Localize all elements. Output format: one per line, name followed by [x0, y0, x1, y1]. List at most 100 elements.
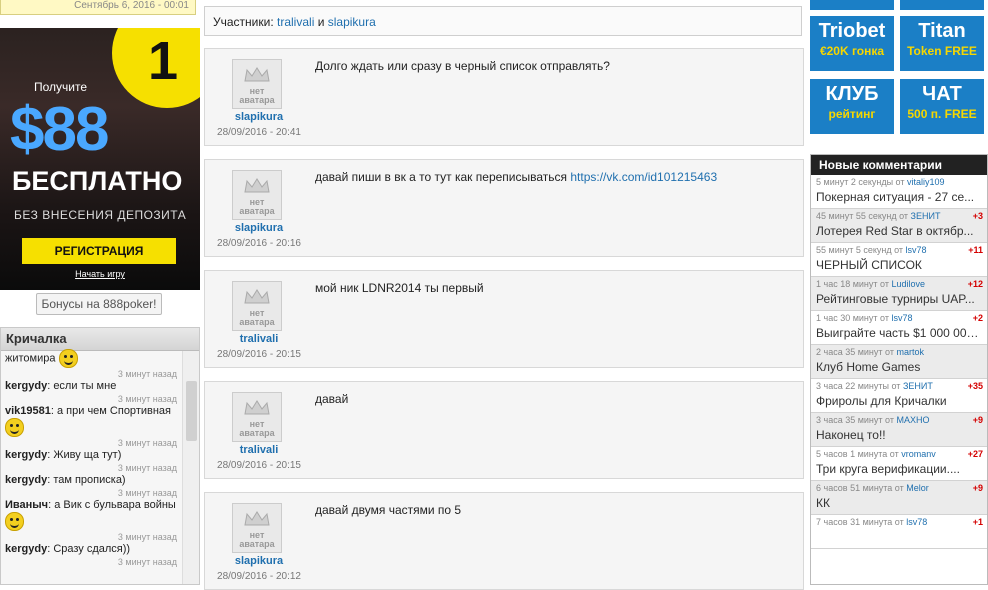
post-date: 28/09/2016 - 20:15 — [217, 349, 301, 360]
tile-club[interactable]: КЛУБ рейтинг — [810, 79, 894, 134]
shout-nick[interactable]: kergydy — [5, 380, 47, 392]
comment-user[interactable]: МАХНО — [896, 415, 929, 425]
comment-time: 5 минут 2 секунды от — [816, 177, 905, 187]
comment-user[interactable]: lsv78 — [891, 313, 912, 323]
comment-item[interactable]: 3 часа 35 минут от МАХНО +9 Наконец то!! — [811, 413, 987, 447]
post-text: давай — [315, 392, 348, 406]
comment-item[interactable]: 55 минут 5 секунд от lsv78 +11 ЧЕРНЫЙ СП… — [811, 243, 987, 277]
comment-item[interactable]: 45 минут 55 секунд от ЗЕНИТ +3 Лотерея R… — [811, 209, 987, 243]
avatar-placeholder[interactable]: нет аватара — [232, 392, 282, 442]
participant-link[interactable]: slapikura — [328, 15, 376, 29]
bonus-888poker-button[interactable]: Бонусы на 888poker! — [36, 293, 162, 315]
post-text: Долго ждать или сразу в черный список от… — [315, 59, 610, 73]
comment-title[interactable]: Выиграйте часть $1 000 000... — [816, 324, 983, 342]
tile-titan[interactable]: Titan Token FREE — [900, 16, 984, 71]
shout-nick[interactable]: kergydy — [5, 543, 47, 555]
post-author[interactable]: slapikura — [205, 222, 313, 234]
shout-text: : Живу ща тут) — [47, 449, 122, 461]
comment-title[interactable]: Рейтинговые турниры UAP... — [816, 290, 983, 308]
shout-message: vik19581: а при чем Спортивная — [5, 404, 179, 438]
comment-user[interactable]: ЗЕНИТ — [911, 211, 941, 221]
crown-icon — [244, 511, 270, 526]
top-date: Сентябрь 6, 2016 - 00:01 — [0, 0, 196, 15]
comment-item[interactable]: 1 час 18 минут от Ludilove +12 Рейтингов… — [811, 277, 987, 311]
comment-title[interactable]: Три круга верификации.... — [816, 460, 983, 478]
shoutbox-scrollbar[interactable] — [182, 351, 199, 584]
post-author[interactable]: slapikura — [205, 111, 313, 123]
comment-meta: 45 минут 55 секунд от ЗЕНИТ — [816, 211, 983, 222]
comment-item[interactable]: 5 часов 1 минута от vromanv +27 Три круг… — [811, 447, 987, 481]
banner-amount: $88 — [10, 95, 109, 164]
comment-user[interactable]: martok — [896, 347, 924, 357]
avatar-label: нет аватара — [239, 86, 275, 105]
comment-count: +9 — [972, 415, 983, 425]
avatar-label: нет аватара — [239, 197, 275, 216]
promo-banner-888[interactable]: 1 Получите $88 БЕСПЛАТНО БЕЗ ВНЕСЕНИЯ ДЕ… — [0, 28, 200, 290]
tile-top-strip — [810, 0, 894, 10]
post-author[interactable]: tralivali — [205, 333, 313, 345]
comment-user[interactable]: vromanv — [901, 449, 936, 459]
comment-item[interactable]: 3 часа 22 минуты от ЗЕНИТ +35 Фриролы дл… — [811, 379, 987, 413]
comment-user[interactable]: vitaliy109 — [907, 177, 945, 187]
comment-user[interactable]: Ludilove — [891, 279, 925, 289]
comment-meta: 2 часа 35 минут от martok — [816, 347, 983, 358]
comment-meta: 6 часов 51 минута от Melor — [816, 483, 983, 494]
comment-user[interactable]: ЗЕНИТ — [903, 381, 933, 391]
crown-icon — [244, 289, 270, 304]
tile-title: Titan — [918, 20, 966, 42]
comment-time: 7 часов 31 минута от — [816, 517, 904, 527]
post-author[interactable]: tralivali — [205, 444, 313, 456]
tile-chat[interactable]: ЧАТ 500 п. FREE — [900, 79, 984, 134]
shout-time: 3 минут назад — [117, 463, 177, 473]
smiley-icon — [58, 349, 78, 368]
shout-time: 3 минут назад — [117, 438, 177, 448]
shout-nick[interactable]: kergydy — [5, 474, 47, 486]
avatar-placeholder[interactable]: нет аватара — [232, 503, 282, 553]
conversation: Участники: tralivali и slapikura нет ава… — [204, 0, 804, 590]
post-link[interactable]: https://vk.com/id101215463 — [570, 170, 717, 184]
shout-nick[interactable]: Иваныч — [5, 499, 48, 511]
comment-item[interactable]: 5 минут 2 секунды от vitaliy109 Покерная… — [811, 175, 987, 209]
participants-label: Участники: — [213, 15, 274, 29]
shout-nick[interactable]: vik19581 — [5, 405, 51, 417]
comment-title[interactable]: Покерная ситуация - 27 се... — [816, 188, 983, 206]
comment-item[interactable]: 1 час 30 минут от lsv78 +2 Выиграйте час… — [811, 311, 987, 345]
participant-link[interactable]: tralivali — [277, 15, 314, 29]
message-post: нет аватара tralivali 28/09/2016 - 20:15… — [204, 381, 804, 479]
scrollbar-thumb[interactable] — [186, 381, 197, 441]
comment-user[interactable]: lsv78 — [906, 517, 927, 527]
banner-play-link[interactable]: Начать игру — [0, 269, 200, 279]
comment-item[interactable]: 6 часов 51 минута от Melor +9 КК — [811, 481, 987, 515]
comment-user[interactable]: Melor — [906, 483, 929, 493]
shout-time: 3 минут назад — [117, 394, 177, 404]
post-text: давай двумя частями по 5 — [315, 503, 461, 517]
comment-user[interactable]: lsv78 — [906, 245, 927, 255]
post-body: давай пиши в вк а то тут как переписыват… — [315, 170, 568, 184]
comment-title[interactable]: Фриролы для Кричалки — [816, 392, 983, 410]
comment-title[interactable]: Наконец то!! — [816, 426, 983, 444]
participants-and: и — [317, 15, 325, 29]
avatar-label: нет аватара — [239, 419, 275, 438]
message-post: нет аватара slapikura 28/09/2016 - 20:16… — [204, 159, 804, 257]
comment-title[interactable]: ЧЕРНЫЙ СПИСОК — [816, 256, 983, 274]
banner-register-button[interactable]: РЕГИСТРАЦИЯ — [22, 238, 176, 264]
comment-title[interactable]: Лотерея Red Star в октябр... — [816, 222, 983, 240]
shout-text: житомира — [5, 352, 56, 365]
comment-item[interactable]: 7 часов 31 минута от lsv78 +1 — [811, 515, 987, 549]
comment-meta: 5 минут 2 секунды от vitaliy109 — [816, 177, 983, 188]
tile-subtitle: Token FREE — [907, 44, 977, 58]
comment-title[interactable]: Клуб Home Games — [816, 358, 983, 376]
crown-icon — [244, 67, 270, 82]
comment-title[interactable]: КК — [816, 494, 983, 512]
avatar-placeholder[interactable]: нет аватара — [232, 281, 282, 331]
avatar-placeholder[interactable]: нет аватара — [232, 170, 282, 220]
tile-triobet[interactable]: Triobet €20K гонка — [810, 16, 894, 71]
comment-item[interactable]: 2 часа 35 минут от martok Клуб Home Game… — [811, 345, 987, 379]
post-author[interactable]: slapikura — [205, 555, 313, 567]
tile-subtitle: €20K гонка — [819, 44, 885, 58]
avatar-label: нет аватара — [239, 308, 275, 327]
comment-time: 1 час 30 минут от — [816, 313, 889, 323]
avatar-placeholder[interactable]: нет аватара — [232, 59, 282, 109]
comment-count: +11 — [968, 245, 983, 255]
shout-nick[interactable]: kergydy — [5, 449, 47, 461]
